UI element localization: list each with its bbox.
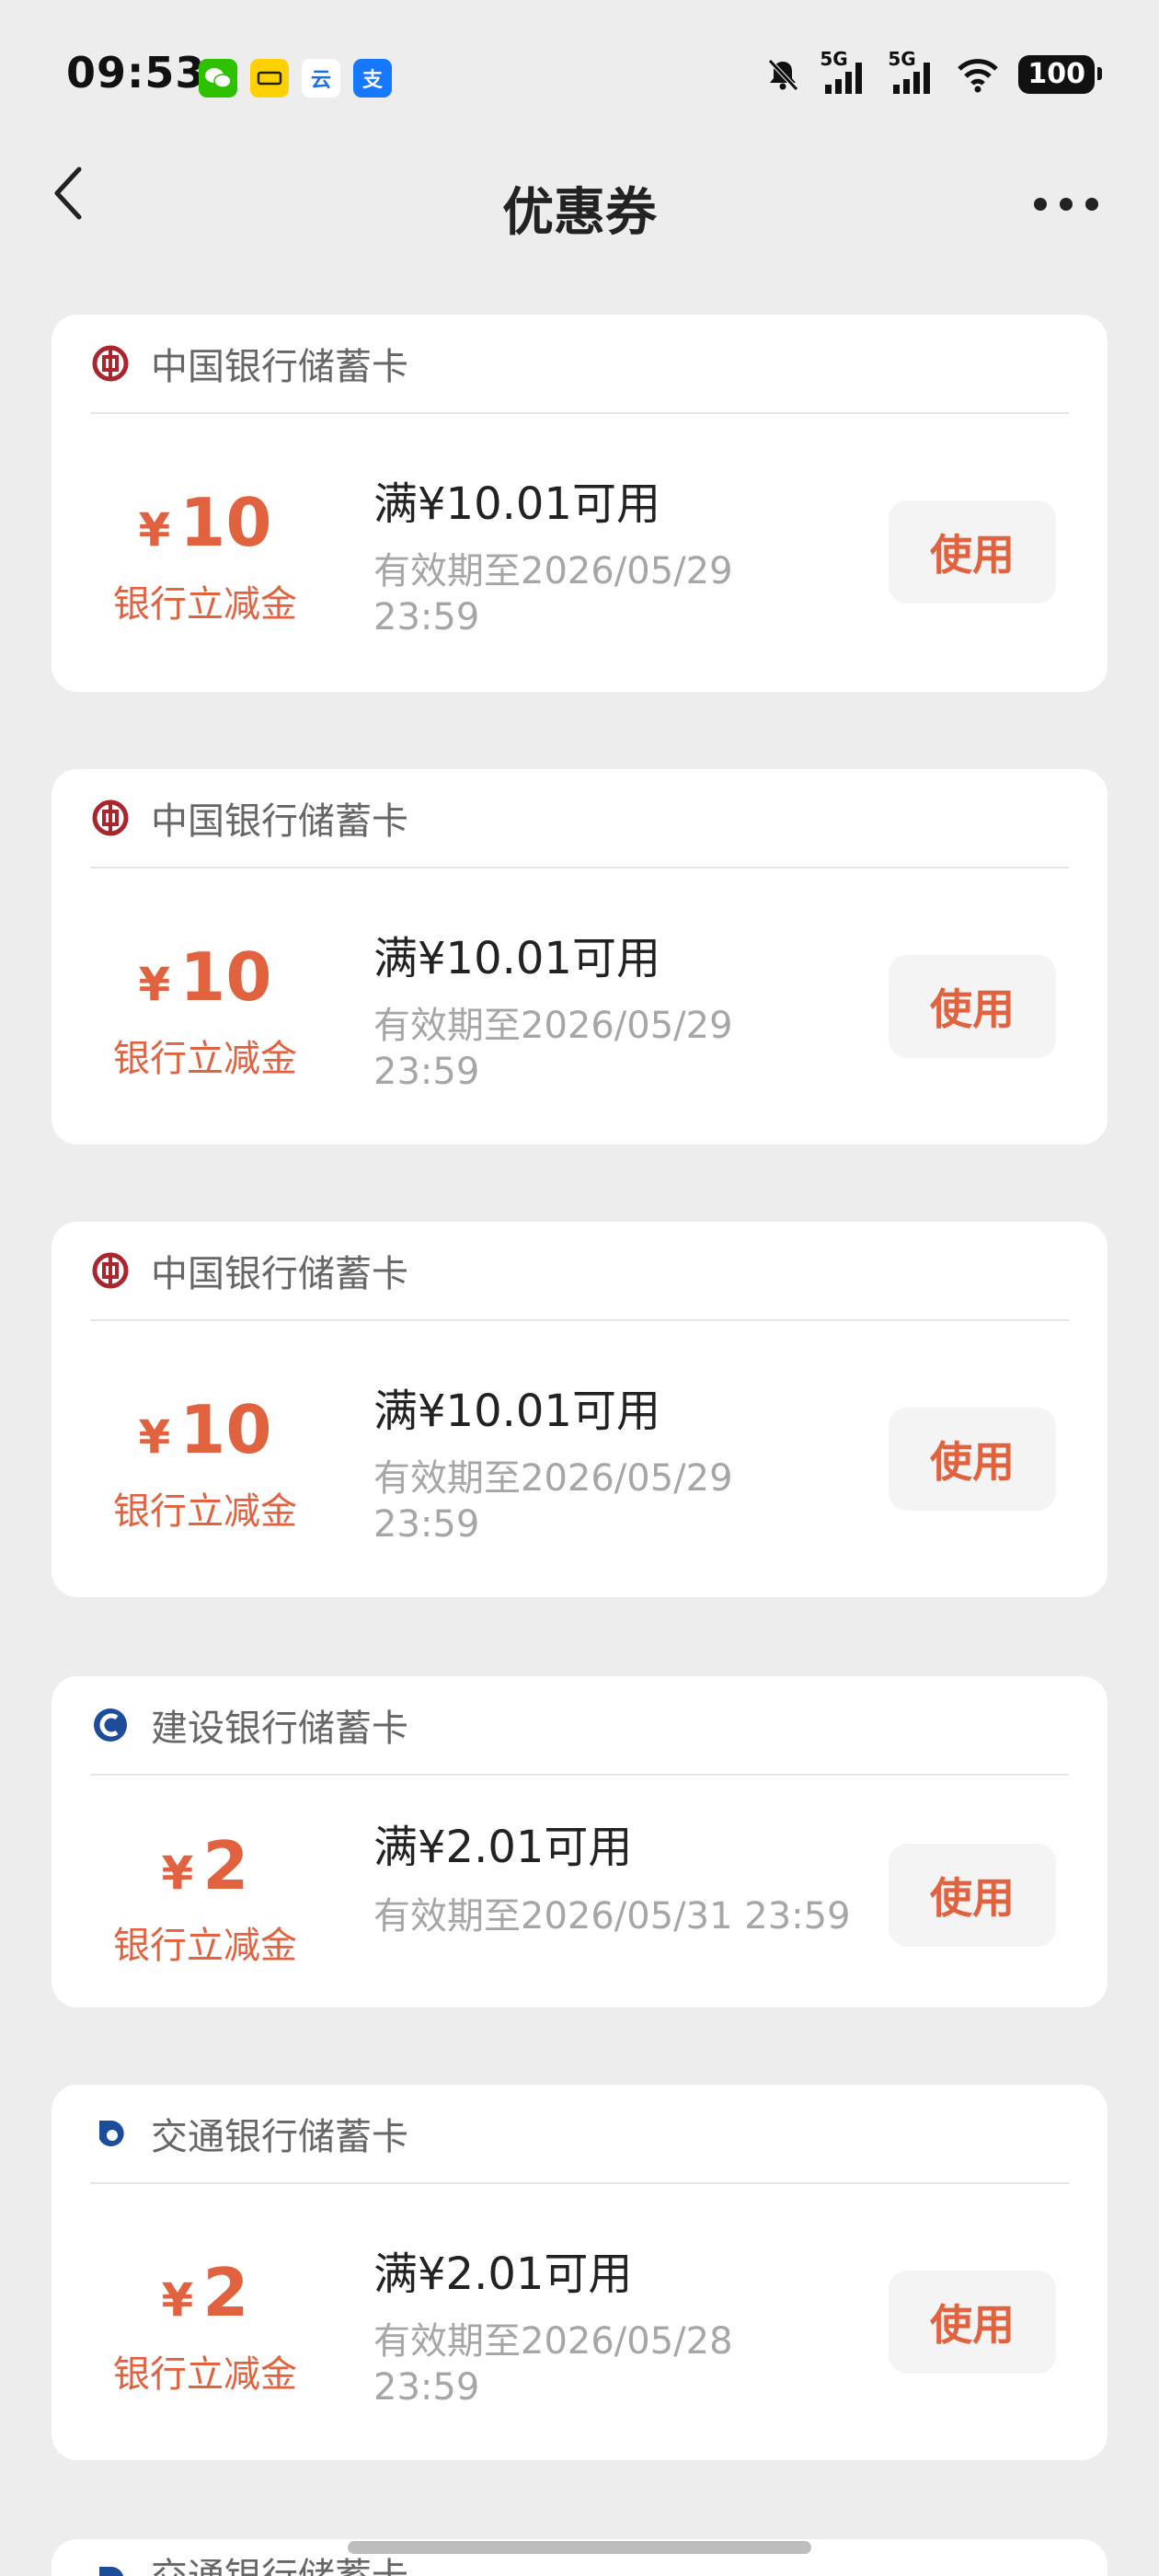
signal-5g-icon-2: 5G	[888, 48, 937, 96]
ccb-logo-icon	[94, 1708, 127, 1742]
wechat-icon	[199, 59, 237, 98]
coupon-card-header: 交通银行储蓄卡	[90, 2085, 1069, 2184]
coupon-card-header: 中国银行储蓄卡	[90, 769, 1069, 868]
use-coupon-button[interactable]: 使用	[889, 1844, 1056, 1947]
more-dot-icon	[1034, 198, 1047, 211]
currency-symbol: ¥	[138, 503, 171, 557]
usage-condition: 满¥10.01可用	[373, 478, 660, 530]
more-dot-icon	[1060, 198, 1073, 211]
coupon-amount: ¥2	[52, 2254, 359, 2331]
status-bar: 09:53 云 支 5G 5G 100	[0, 0, 1159, 156]
coupon-amount: ¥10	[52, 938, 359, 1016]
coupon-card-body: ¥10 银行立减金 满¥10.01可用 有效期至2026/05/29 23:59…	[52, 414, 1107, 692]
notification-app-icons: 云 支	[199, 59, 392, 98]
validity-period: 有效期至2026/05/28 23:59	[373, 2320, 733, 2409]
amount-value: 2	[202, 2254, 249, 2331]
coupon-amount: ¥10	[52, 1391, 359, 1468]
usage-condition: 满¥10.01可用	[373, 933, 660, 984]
coupon-amount: ¥2	[52, 1827, 359, 1904]
meituan-icon	[250, 59, 289, 98]
wifi-icon	[958, 59, 999, 93]
coupon-card-header: 建设银行储蓄卡	[90, 1676, 1069, 1776]
alipay-glyph: 支	[361, 69, 383, 92]
currency-symbol: ¥	[161, 2273, 194, 2327]
battery-indicator: 100	[1018, 55, 1102, 94]
amount-value: 10	[179, 1391, 272, 1468]
boc-logo-icon	[92, 345, 129, 382]
bank-name: 中国银行储蓄卡	[151, 800, 408, 843]
alipay-icon: 支	[353, 59, 392, 98]
use-coupon-button[interactable]: 使用	[889, 955, 1056, 1058]
usage-condition: 满¥2.01可用	[373, 2248, 633, 2300]
coupon-card-body: ¥10 银行立减金 满¥10.01可用 有效期至2026/05/29 23:59…	[52, 1321, 1107, 1597]
validity-period: 有效期至2026/05/31 23:59	[373, 1895, 851, 1938]
usage-condition: 满¥2.01可用	[373, 1822, 633, 1873]
yunshanfu-glyph: 云	[310, 69, 331, 92]
bocom-logo-icon	[99, 2566, 124, 2576]
use-coupon-button[interactable]: 使用	[889, 2271, 1056, 2374]
usage-condition: 满¥10.01可用	[373, 1386, 660, 1437]
validity-period: 有效期至2026/05/29 23:59	[373, 1005, 733, 1093]
coupon-card-body: ¥2 银行立减金 满¥2.01可用 有效期至2026/05/28 23:59 使…	[52, 2184, 1107, 2460]
currency-symbol: ¥	[138, 958, 171, 1011]
coupon-card-header: 中国银行储蓄卡	[90, 315, 1069, 414]
amount-label: 银行立减金	[113, 583, 297, 626]
coupon-card: 建设银行储蓄卡 ¥2 银行立减金 满¥2.01可用 有效期至2026/05/31…	[52, 1676, 1107, 2007]
coupon-card: 中国银行储蓄卡 ¥10 银行立减金 满¥10.01可用 有效期至2026/05/…	[52, 315, 1107, 692]
coupon-card: 交通银行储蓄卡 ¥2 银行立减金 满¥2.01可用 有效期至2026/05/28…	[52, 2085, 1107, 2460]
validity-period: 有效期至2026/05/29 23:59	[373, 550, 733, 638]
yunshanfu-icon: 云	[302, 59, 340, 98]
amount-label: 银行立减金	[113, 2353, 297, 2396]
validity-period: 有效期至2026/05/29 23:59	[373, 1457, 733, 1546]
bank-name: 交通银行储蓄卡	[151, 2116, 408, 2158]
more-options-button[interactable]	[1034, 184, 1098, 224]
system-icons: 5G 5G 100	[764, 48, 1102, 96]
amount-label: 银行立减金	[113, 1925, 297, 1967]
coupon-card-header: 中国银行储蓄卡	[90, 1222, 1069, 1321]
coupon-card: 中国银行储蓄卡 ¥10 银行立减金 满¥10.01可用 有效期至2026/05/…	[52, 769, 1107, 1144]
boc-logo-icon	[92, 1252, 129, 1289]
currency-symbol: ¥	[138, 1410, 171, 1464]
use-coupon-button[interactable]: 使用	[889, 500, 1056, 604]
currency-symbol: ¥	[161, 1846, 194, 1900]
boc-logo-icon	[92, 799, 129, 836]
amount-label: 银行立减金	[113, 1490, 297, 1533]
bank-name: 中国银行储蓄卡	[151, 1253, 408, 1295]
home-indicator[interactable]	[348, 2541, 811, 2554]
more-dot-icon	[1085, 198, 1098, 211]
amount-value: 10	[179, 938, 272, 1016]
bocom-logo-icon	[99, 2120, 124, 2146]
use-coupon-button[interactable]: 使用	[889, 1408, 1056, 1511]
coupon-card-body: ¥10 银行立减金 满¥10.01可用 有效期至2026/05/29 23:59…	[52, 868, 1107, 1144]
page-title: 优惠券	[502, 183, 657, 243]
coupon-card-body: ¥2 银行立减金 满¥2.01可用 有效期至2026/05/31 23:59 使…	[52, 1776, 1107, 2007]
coupon-card: 中国银行储蓄卡 ¥10 银行立减金 满¥10.01可用 有效期至2026/05/…	[52, 1222, 1107, 1597]
amount-value: 2	[202, 1827, 249, 1904]
coupon-amount: ¥10	[52, 484, 359, 561]
bank-name: 建设银行储蓄卡	[151, 1708, 408, 1750]
status-time: 09:53	[66, 48, 206, 98]
bank-name: 中国银行储蓄卡	[151, 346, 408, 388]
amount-value: 10	[179, 484, 272, 561]
mute-bell-icon	[768, 59, 799, 91]
amount-label: 银行立减金	[113, 1038, 297, 1080]
signal-5g-icon-1: 5G	[820, 48, 869, 96]
